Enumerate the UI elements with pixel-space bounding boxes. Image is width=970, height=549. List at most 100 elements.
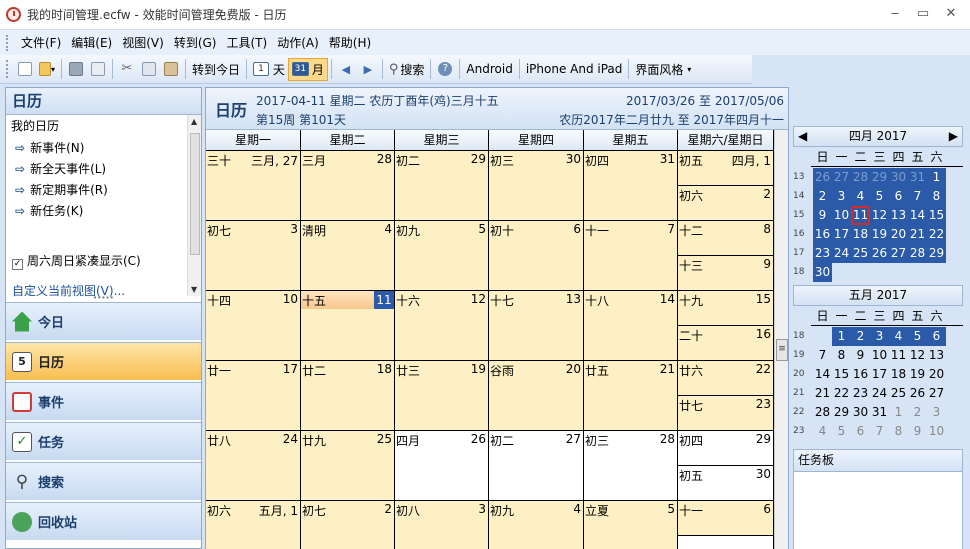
day-cell[interactable]: 初二 27 bbox=[489, 431, 584, 501]
mini-calendar-day[interactable]: 14 bbox=[908, 206, 927, 225]
next-month-icon[interactable]: ▶ bbox=[949, 127, 958, 146]
mini-calendar-day[interactable]: 13 bbox=[927, 346, 946, 365]
nav-tasks[interactable]: ✓ 任务 bbox=[6, 422, 201, 460]
mini-calendar-day[interactable]: 13 bbox=[889, 206, 908, 225]
toolbar-grip[interactable] bbox=[6, 60, 10, 78]
mini-calendar-day[interactable]: 27 bbox=[832, 168, 851, 187]
mini-calendar-day[interactable]: 23 bbox=[813, 244, 832, 263]
menu-grip[interactable] bbox=[6, 34, 10, 51]
mini-calendar-day[interactable]: 9 bbox=[851, 346, 870, 365]
menu-file[interactable]: 文件(F) bbox=[16, 31, 66, 55]
mini-calendar-day[interactable]: 27 bbox=[927, 384, 946, 403]
day-view-button[interactable]: 1 天 bbox=[250, 58, 288, 81]
day-cell[interactable]: 三十 三月, 27 bbox=[206, 151, 301, 221]
mini-calendar-day[interactable]: 19 bbox=[870, 225, 889, 244]
scroll-thumb[interactable]: ≡ bbox=[776, 339, 788, 361]
menu-action[interactable]: 动作(A) bbox=[272, 31, 324, 55]
mini-calendar-day[interactable]: 21 bbox=[813, 384, 832, 403]
sunday-cell[interactable]: 初六 2 bbox=[678, 186, 774, 221]
day-cell[interactable]: 初七 3 bbox=[206, 221, 301, 291]
day-cell[interactable]: 廿五 21 bbox=[584, 361, 678, 431]
cut-button[interactable]: ✂ bbox=[116, 58, 138, 81]
new-allday-event-link[interactable]: ⇨ 新全天事件(L) bbox=[15, 160, 106, 177]
mini-calendar-day[interactable]: 16 bbox=[813, 225, 832, 244]
day-cell[interactable]: 谷雨 20 bbox=[489, 361, 584, 431]
maximize-button[interactable]: ▭ bbox=[910, 4, 936, 24]
mini-calendar-day[interactable]: 29 bbox=[832, 403, 851, 422]
day-cell[interactable]: 清明 4 bbox=[301, 221, 395, 291]
print-button[interactable] bbox=[65, 58, 87, 81]
sunday-cell[interactable]: 二十 16 bbox=[678, 326, 774, 361]
mini-calendar-day[interactable]: 7 bbox=[870, 422, 889, 441]
task-list-scrollbar[interactable]: ▲ ▼ bbox=[187, 115, 201, 296]
mini-calendar-day[interactable]: 12 bbox=[870, 206, 889, 225]
mini-calendar-day[interactable]: 2 bbox=[813, 187, 832, 206]
weekend-compact-checkbox[interactable]: ✓ 周六周日紧凑显示(C) bbox=[12, 252, 141, 270]
mini-calendar-day[interactable]: 17 bbox=[832, 225, 851, 244]
mini-calendar-day[interactable]: 2 bbox=[908, 403, 927, 422]
mini-calendar-day[interactable]: 3 bbox=[832, 187, 851, 206]
mini-calendar-day[interactable]: 1 bbox=[927, 168, 946, 187]
mini-calendar-day[interactable]: 6 bbox=[889, 187, 908, 206]
day-cell[interactable]: 廿二 18 bbox=[301, 361, 395, 431]
day-cell[interactable]: 十七 13 bbox=[489, 291, 584, 361]
menu-edit[interactable]: 编辑(E) bbox=[66, 31, 117, 55]
mini-calendar-day[interactable]: 9 bbox=[813, 206, 832, 225]
mini-calendar-day[interactable]: 28 bbox=[851, 168, 870, 187]
menu-help[interactable]: 帮助(H) bbox=[324, 31, 376, 55]
mini-calendar-day[interactable]: 17 bbox=[870, 365, 889, 384]
mini-calendar-day[interactable]: 31 bbox=[870, 403, 889, 422]
mini-calendar-day[interactable]: 8 bbox=[927, 187, 946, 206]
day-cell[interactable]: 初十 6 bbox=[489, 221, 584, 291]
mini-calendar-day[interactable]: 3 bbox=[870, 327, 889, 346]
day-cell[interactable]: 廿一 17 bbox=[206, 361, 301, 431]
mini-calendar-day[interactable]: 11 bbox=[851, 206, 870, 225]
mini-calendar-day[interactable]: 28 bbox=[908, 244, 927, 263]
day-cell[interactable]: 十一 7 bbox=[584, 221, 678, 291]
mini-calendar-day[interactable]: 7 bbox=[908, 187, 927, 206]
mini-calendar-day[interactable]: 30 bbox=[851, 403, 870, 422]
mini-calendar-day[interactable]: 15 bbox=[832, 365, 851, 384]
search-button[interactable]: ⚲ 搜索 bbox=[386, 58, 428, 81]
day-cell[interactable]: 初三 28 bbox=[584, 431, 678, 501]
mini-calendar-day[interactable]: 10 bbox=[832, 206, 851, 225]
day-cell[interactable]: 十四 10 bbox=[206, 291, 301, 361]
mini-calendar-day[interactable]: 5 bbox=[870, 187, 889, 206]
scroll-up-icon[interactable]: ▲ bbox=[191, 117, 197, 126]
new-button[interactable] bbox=[14, 58, 36, 81]
mini-calendar-day[interactable]: 4 bbox=[813, 422, 832, 441]
day-cell[interactable]: 初九 4 bbox=[489, 501, 584, 549]
mini-calendar-day[interactable]: 26 bbox=[870, 244, 889, 263]
menu-view[interactable]: 视图(V) bbox=[117, 31, 169, 55]
mini-calendar-day[interactable]: 18 bbox=[889, 365, 908, 384]
dropdown-arrow-icon[interactable]: ▾ bbox=[51, 65, 55, 74]
day-cell[interactable]: 初六 五月, 1 bbox=[206, 501, 301, 549]
mini-calendar-day[interactable]: 21 bbox=[908, 225, 927, 244]
mini-calendar-day[interactable]: 10 bbox=[870, 346, 889, 365]
day-cell[interactable]: 十五 11 bbox=[301, 291, 395, 361]
mini-calendar-day[interactable]: 28 bbox=[813, 403, 832, 422]
saturday-cell[interactable]: 十一 6 bbox=[678, 501, 774, 536]
mini-calendar-day[interactable]: 22 bbox=[832, 384, 851, 403]
print-preview-button[interactable] bbox=[87, 58, 109, 81]
nav-search[interactable]: ⚲ 搜索 bbox=[6, 462, 201, 500]
month-scrollbar[interactable]: ≡ bbox=[774, 130, 788, 549]
day-cell[interactable]: 廿三 19 bbox=[395, 361, 489, 431]
goto-today-button[interactable]: 转到今日 bbox=[189, 58, 243, 81]
mini-calendar-day[interactable]: 5 bbox=[832, 422, 851, 441]
saturday-cell[interactable]: 初四 29 bbox=[678, 431, 774, 466]
mini-calendar-day[interactable]: 8 bbox=[889, 422, 908, 441]
mini-calendar-day[interactable]: 2 bbox=[851, 327, 870, 346]
mini-calendar-day[interactable]: 20 bbox=[889, 225, 908, 244]
mini-calendar-day[interactable]: 29 bbox=[870, 168, 889, 187]
mini-calendar-day[interactable]: 5 bbox=[908, 327, 927, 346]
mini-calendar-day[interactable]: 12 bbox=[908, 346, 927, 365]
mini-calendar-day[interactable]: 24 bbox=[832, 244, 851, 263]
day-cell[interactable]: 四月 26 bbox=[395, 431, 489, 501]
mini-calendar-day[interactable]: 1 bbox=[832, 327, 851, 346]
android-button[interactable]: Android bbox=[463, 58, 515, 81]
nav-today[interactable]: 今日 bbox=[6, 302, 201, 340]
close-button[interactable]: ✕ bbox=[938, 4, 964, 24]
sunday-cell[interactable] bbox=[678, 536, 774, 549]
day-cell[interactable]: 初四 31 bbox=[584, 151, 678, 221]
